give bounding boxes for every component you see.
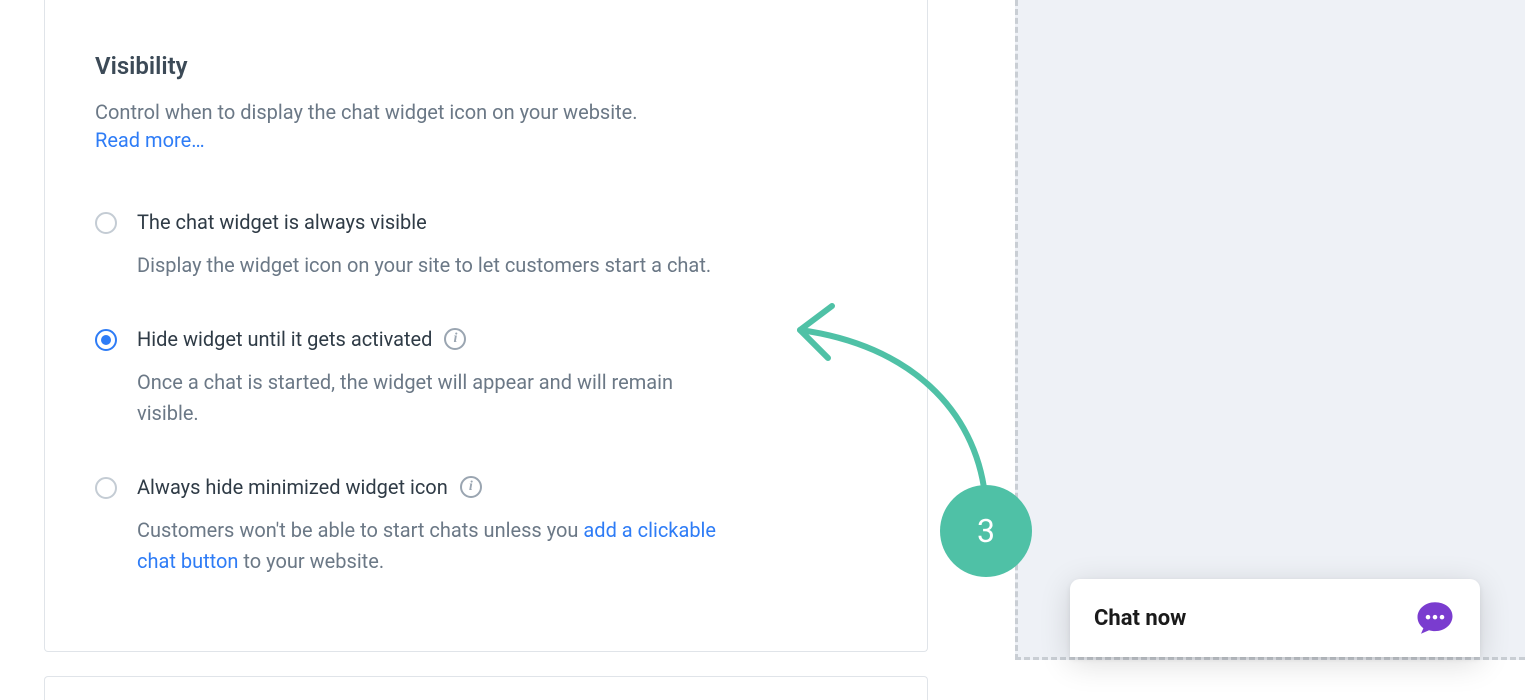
info-icon[interactable]: i [460, 476, 482, 498]
radio-always-visible[interactable] [95, 212, 117, 234]
option-label-row: The chat widget is always visible [137, 208, 877, 236]
option-label: Always hide minimized widget icon [137, 473, 448, 501]
preview-panel: Chat now [1015, 0, 1525, 660]
option-body: Always hide minimized widget icon i Cust… [137, 473, 877, 577]
read-more-link[interactable]: Read more… [95, 128, 205, 152]
option-description: Display the widget icon on your site to … [137, 250, 737, 281]
option-description-pre: Customers won't be able to start chats u… [137, 518, 583, 542]
section-description: Control when to display the chat widget … [95, 98, 877, 154]
radio-hide-until-activated[interactable] [95, 329, 117, 351]
chat-widget-label: Chat now [1094, 606, 1186, 631]
option-body: Hide widget until it gets activated i On… [137, 325, 877, 429]
chat-widget[interactable]: Chat now [1070, 579, 1480, 657]
section-description-text: Control when to display the chat widget … [95, 100, 638, 124]
step-badge: 3 [940, 485, 1032, 577]
visibility-settings-card: Visibility Control when to display the c… [44, 0, 928, 652]
option-label: Hide widget until it gets activated [137, 325, 432, 353]
chat-bubble-icon [1414, 597, 1456, 639]
option-label: The chat widget is always visible [137, 208, 427, 236]
next-card-edge [44, 676, 928, 700]
section-title: Visibility [95, 52, 877, 80]
option-description: Once a chat is started, the widget will … [137, 367, 737, 429]
visibility-options: The chat widget is always visible Displa… [95, 208, 877, 577]
option-label-row: Always hide minimized widget icon i [137, 473, 877, 501]
option-label-row: Hide widget until it gets activated i [137, 325, 877, 353]
option-always-visible[interactable]: The chat widget is always visible Displa… [95, 208, 877, 281]
option-hide-until-activated[interactable]: Hide widget until it gets activated i On… [95, 325, 877, 429]
option-description: Customers won't be able to start chats u… [137, 515, 737, 577]
option-body: The chat widget is always visible Displa… [137, 208, 877, 281]
step-number: 3 [977, 512, 995, 550]
radio-always-hide[interactable] [95, 477, 117, 499]
info-icon[interactable]: i [444, 328, 466, 350]
option-always-hide[interactable]: Always hide minimized widget icon i Cust… [95, 473, 877, 577]
option-description-post: to your website. [238, 549, 384, 573]
